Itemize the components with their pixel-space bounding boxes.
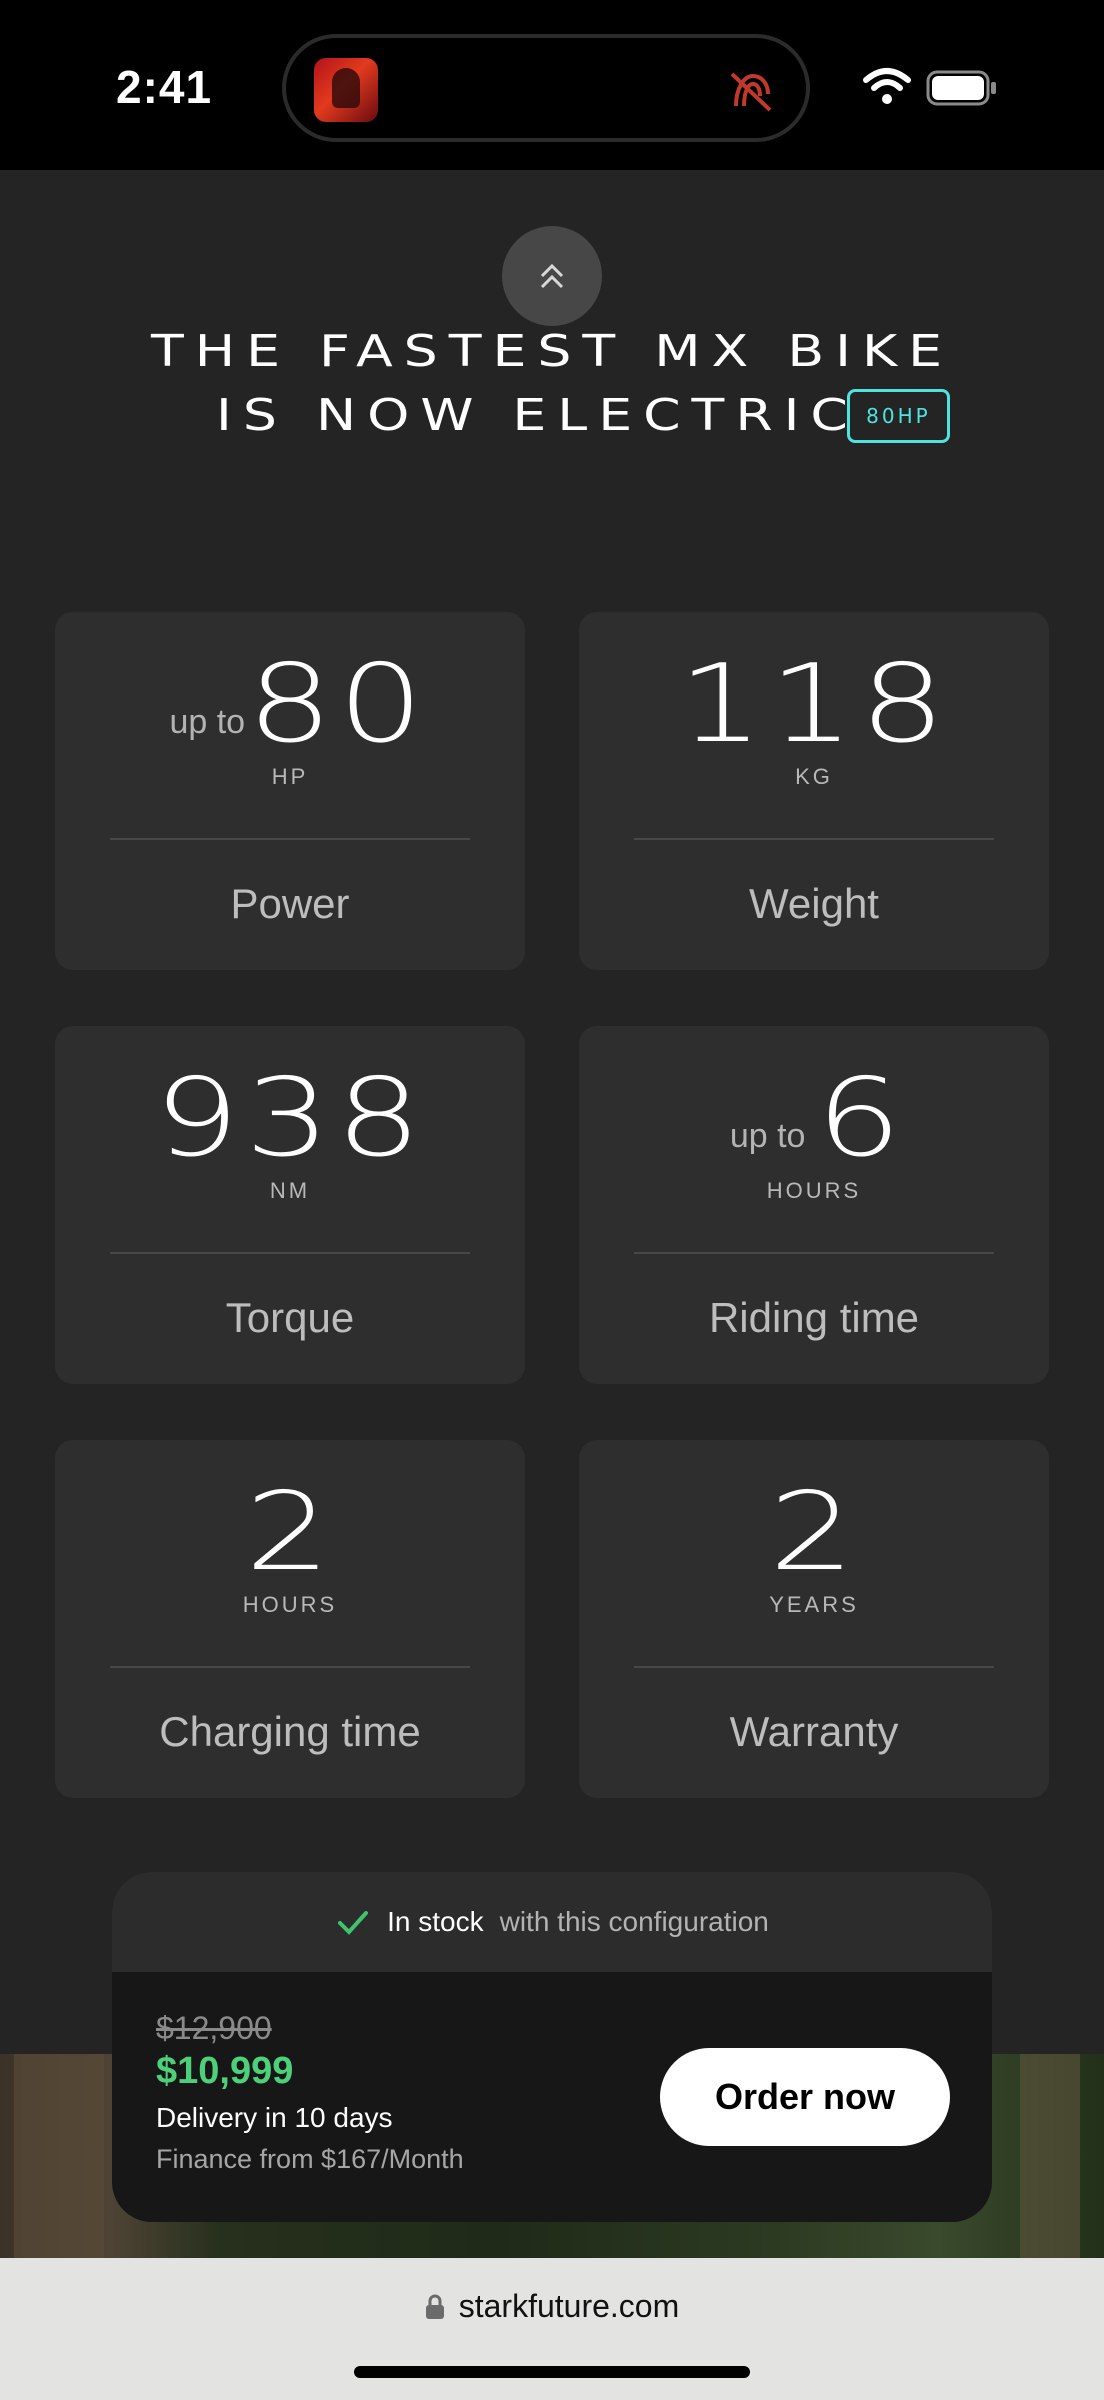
spec-label: Torque	[225, 1294, 355, 1341]
spec-divider	[634, 1252, 994, 1254]
battery-icon	[926, 70, 996, 106]
spec-divider	[634, 1666, 994, 1668]
spec-unit: HOURS	[766, 1178, 862, 1203]
mute-icon	[730, 72, 772, 112]
lock-icon	[425, 2294, 444, 2319]
finance-text[interactable]: Finance from $167/Month	[156, 2144, 464, 2175]
spec-card-torque: 938 NM Torque	[55, 1026, 525, 1384]
spec-card-weight: 118 KG Weight	[579, 612, 1049, 970]
spec-label: Riding time	[708, 1294, 920, 1341]
stock-status: In stock with this configuration	[112, 1872, 992, 1972]
spec-label: Weight	[749, 880, 879, 927]
spec-unit: HP	[271, 764, 309, 789]
original-price: $12,900	[156, 2010, 272, 2046]
wifi-icon	[863, 68, 911, 104]
url-text: starkfuture.com	[458, 2288, 680, 2324]
spec-value: 118	[677, 642, 951, 767]
spec-value: 2	[244, 1470, 336, 1595]
spec-divider	[110, 1666, 470, 1668]
url-display[interactable]: starkfuture.com	[0, 2288, 1104, 2325]
scroll-up-button[interactable]	[502, 226, 602, 326]
page-content: THE FASTEST MX BIKE IS NOW ELECTRIC 80HP…	[0, 170, 1104, 2054]
spec-label: Charging time	[159, 1708, 421, 1755]
hero-headline: THE FASTEST MX BIKE IS NOW ELECTRIC 80HP	[0, 320, 1104, 448]
stock-status-note: with this configuration	[499, 1906, 769, 1937]
spec-unit: NM	[269, 1178, 311, 1203]
spec-card-riding-time: up to 6 HOURS Riding time	[579, 1026, 1049, 1384]
spec-value: 80	[246, 642, 429, 767]
spec-card-power: up to 80 HP Power	[55, 612, 525, 970]
spec-value: 2	[768, 1470, 860, 1595]
order-now-button[interactable]: Order now	[660, 2048, 950, 2146]
spec-prefix: up to	[169, 703, 246, 741]
spec-grid: up to 80 HP Power 118 KG Weight 938 NM T…	[55, 612, 1049, 1798]
headline-line-2-text: IS NOW ELECTRIC	[216, 390, 860, 441]
checkmark-icon	[338, 1911, 369, 1935]
dynamic-island[interactable]	[282, 34, 810, 142]
spec-unit: HOURS	[242, 1592, 338, 1617]
spec-unit: YEARS	[769, 1592, 859, 1617]
stock-status-text: In stock	[387, 1906, 484, 1937]
spec-label: Warranty	[729, 1708, 899, 1755]
spec-label: Power	[230, 880, 350, 927]
spec-divider	[634, 838, 994, 840]
order-panel: In stock with this configuration $12,900…	[112, 1872, 992, 2222]
spec-value: 938	[153, 1056, 427, 1181]
spec-card-warranty: 2 YEARS Warranty	[579, 1440, 1049, 1798]
status-time: 2:41	[116, 61, 213, 113]
album-art-icon	[314, 58, 378, 122]
spec-prefix: up to	[729, 1117, 806, 1155]
delivery-text: Delivery in 10 days	[156, 2102, 393, 2133]
home-indicator[interactable]	[354, 2366, 750, 2378]
status-bar: 2:41	[0, 0, 1104, 170]
double-chevron-up-icon	[540, 263, 564, 289]
headline-line-1: THE FASTEST MX BIKE	[150, 326, 954, 377]
hp-badge: 80HP	[847, 389, 950, 443]
price-area: $12,900 $10,999 Delivery in 10 days Fina…	[112, 1972, 992, 2222]
spec-value: 6	[816, 1056, 908, 1181]
spec-divider	[110, 1252, 470, 1254]
browser-address-bar[interactable]: starkfuture.com	[0, 2258, 1104, 2400]
headline-line-2: IS NOW ELECTRIC 80HP	[216, 384, 950, 448]
spec-card-charging-time: 2 HOURS Charging time	[55, 1440, 525, 1798]
sale-price: $10,999	[156, 2050, 294, 2092]
spec-divider	[110, 838, 470, 840]
spec-unit: KG	[795, 764, 833, 789]
